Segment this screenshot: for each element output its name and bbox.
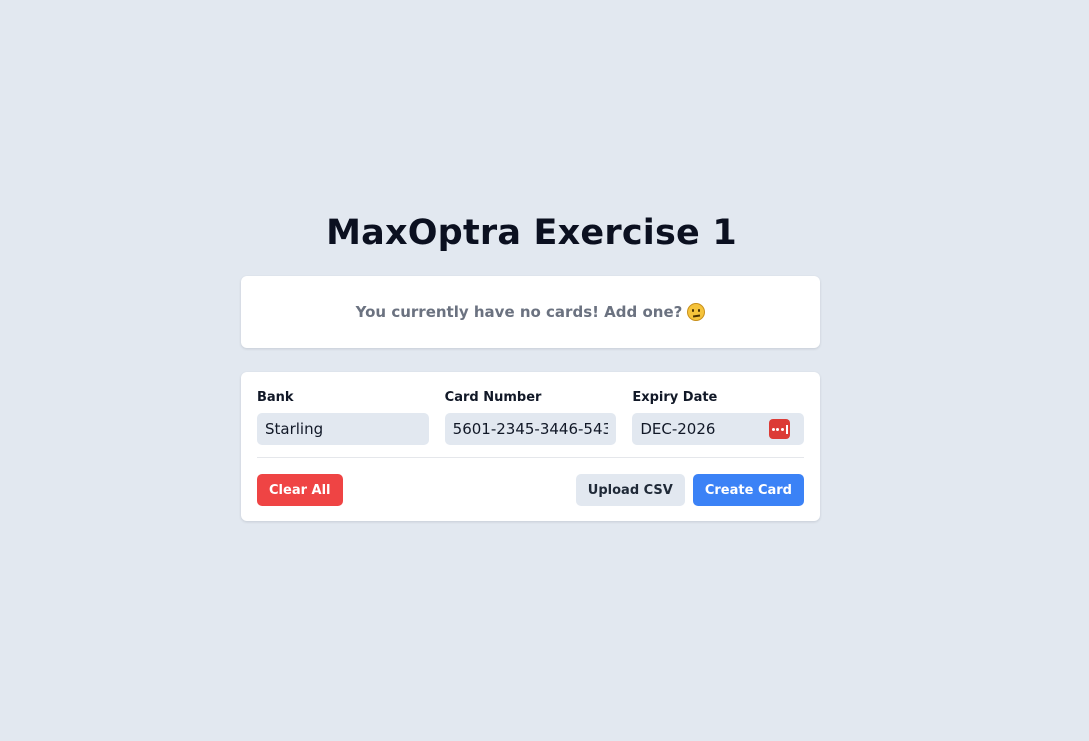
empty-state: You currently have no cards! Add one?: [356, 303, 706, 321]
form-actions: Clear All Upload CSV Create Card: [257, 474, 804, 506]
card-number-label: Card Number: [444, 390, 542, 405]
form-fields: Bank Card Number Expiry Date: [257, 388, 805, 445]
card-number-input[interactable]: [444, 413, 617, 445]
bank-input[interactable]: [257, 413, 429, 445]
page-title: MaxOptra Exercise 1: [326, 213, 737, 253]
expiry-date-field-group: Expiry Date: [632, 388, 805, 445]
empty-state-message: You currently have no cards! Add one?: [355, 303, 683, 321]
expiry-date-label: Expiry Date: [632, 390, 718, 405]
add-card-form: Bank Card Number Expiry Date Clear All: [241, 372, 820, 521]
thinking-face-icon: [687, 303, 706, 321]
empty-state-card: You currently have no cards! Add one?: [241, 276, 820, 348]
create-card-button[interactable]: Create Card: [692, 474, 804, 506]
bank-field-group: Bank: [257, 388, 429, 445]
upload-csv-button[interactable]: Upload CSV: [575, 474, 685, 506]
clear-all-button[interactable]: Clear All: [257, 474, 343, 506]
primary-actions: Upload CSV Create Card: [575, 474, 804, 506]
bank-label: Bank: [257, 390, 294, 405]
card-number-field-group: Card Number: [444, 388, 617, 445]
form-divider: [257, 457, 804, 458]
password-manager-icon[interactable]: [769, 419, 791, 439]
